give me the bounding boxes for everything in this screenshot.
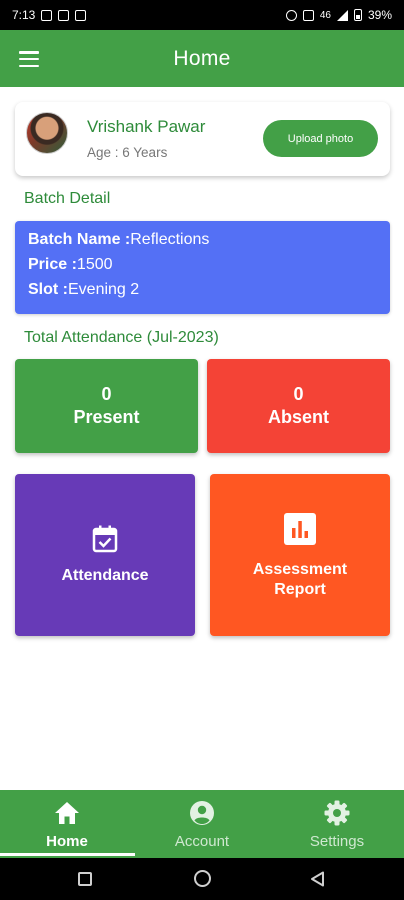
instagram-notification-icon bbox=[58, 9, 70, 21]
absent-label: Absent bbox=[267, 407, 329, 427]
battery-percent: 39% bbox=[367, 8, 392, 22]
alarm-icon bbox=[285, 9, 297, 21]
batch-price-value: 1500 bbox=[76, 256, 113, 273]
profile-age: Age : 6 Years bbox=[87, 145, 168, 160]
assessment-label-line2: Report bbox=[274, 581, 326, 598]
present-count: 0 bbox=[101, 384, 112, 404]
app-bar: Home bbox=[0, 30, 404, 87]
system-home-icon[interactable] bbox=[194, 870, 211, 887]
nav-item-settings[interactable]: Settings bbox=[270, 790, 404, 858]
settings-icon bbox=[324, 800, 350, 826]
batch-price-label: Price : bbox=[28, 256, 77, 273]
profile-card: Vrishank Pawar Age : 6 Years Upload phot… bbox=[15, 102, 390, 176]
page-title: Home bbox=[173, 46, 231, 70]
batch-name-label: Batch Name : bbox=[28, 231, 131, 248]
present-label: Present bbox=[73, 407, 140, 427]
batch-detail-card: Batch Name :Reflections Price :1500 Slot… bbox=[15, 221, 390, 314]
absent-count: 0 bbox=[293, 384, 304, 404]
vibrate-icon bbox=[302, 9, 314, 21]
bottom-nav: Home Account Settings bbox=[0, 790, 404, 858]
absent-tile: 0 Absent bbox=[207, 359, 390, 453]
assessment-label-line1: Assessment bbox=[252, 561, 348, 578]
nav-label-settings: Settings bbox=[309, 833, 365, 850]
status-left: 7:13 bbox=[12, 8, 87, 22]
avatar bbox=[26, 112, 68, 154]
home-icon bbox=[55, 802, 79, 824]
signal-icon bbox=[336, 9, 348, 21]
nav-item-account[interactable]: Account bbox=[135, 790, 269, 858]
nav-label-account: Account bbox=[174, 833, 230, 850]
upload-photo-button[interactable]: Upload photo bbox=[263, 120, 378, 157]
assessment-report-button[interactable]: Assessment Report bbox=[210, 474, 390, 636]
nav-item-home[interactable]: Home bbox=[0, 790, 134, 858]
profile-name: Vrishank Pawar bbox=[87, 117, 206, 136]
network-type: 46 bbox=[319, 9, 331, 21]
system-nav-bar bbox=[0, 858, 404, 900]
bar-chart-icon bbox=[284, 513, 316, 545]
status-bar: 7:13 46 39% bbox=[0, 0, 404, 30]
account-icon bbox=[190, 801, 214, 825]
batch-name-row: Batch Name :Reflections bbox=[28, 231, 209, 249]
back-icon[interactable] bbox=[310, 871, 326, 887]
batch-slot-label: Slot : bbox=[28, 281, 68, 298]
linkedin-notification-icon bbox=[41, 9, 53, 21]
attendance-label: Attendance bbox=[61, 567, 149, 584]
batch-slot-value: Evening 2 bbox=[68, 281, 140, 298]
calendar-check-icon bbox=[92, 525, 118, 553]
batch-price-row: Price :1500 bbox=[28, 256, 113, 274]
attendance-heading: Total Attendance (Jul-2023) bbox=[24, 329, 219, 346]
status-time: 7:13 bbox=[12, 8, 36, 22]
batch-detail-heading: Batch Detail bbox=[24, 190, 111, 207]
mail-notification-icon bbox=[75, 9, 87, 21]
recent-apps-icon[interactable] bbox=[78, 872, 92, 886]
menu-icon[interactable] bbox=[19, 51, 39, 67]
nav-label-home: Home bbox=[46, 833, 88, 850]
battery-icon bbox=[353, 9, 362, 21]
attendance-button[interactable]: Attendance bbox=[15, 474, 195, 636]
batch-slot-row: Slot :Evening 2 bbox=[28, 281, 139, 299]
nav-active-indicator bbox=[0, 853, 135, 856]
batch-name-value: Reflections bbox=[130, 231, 210, 248]
assessment-report-label: Assessment Report bbox=[210, 560, 390, 600]
present-tile: 0 Present bbox=[15, 359, 198, 453]
status-right: 46 39% bbox=[285, 8, 392, 22]
